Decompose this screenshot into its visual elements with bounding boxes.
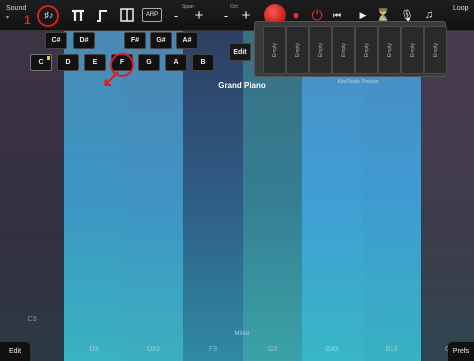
arrow-annotation-icon (104, 71, 119, 86)
oct-label: Oct (230, 4, 238, 10)
oct-minus-button[interactable]: - (222, 6, 230, 24)
key-b[interactable]: B (192, 54, 214, 71)
effect-slot[interactable]: Empty (401, 26, 424, 74)
key-c[interactable]: C (30, 54, 52, 71)
note-label: B♭3 (385, 346, 398, 353)
slot-label: Empty (271, 42, 278, 58)
key-g[interactable]: G (138, 54, 160, 71)
key-c-sharp[interactable]: C# (45, 32, 67, 49)
effect-slot[interactable]: Empty (424, 26, 447, 74)
chord-icon[interactable] (70, 6, 86, 24)
effect-slot[interactable]: Empty (355, 26, 378, 74)
split-view-icon[interactable] (118, 6, 136, 24)
note-label: D#3 (147, 346, 160, 353)
edit-effects-button[interactable]: Edit (229, 43, 251, 61)
span-minus-button[interactable]: - (172, 6, 180, 24)
note-label: C3 (27, 316, 37, 323)
key-d[interactable]: D (57, 54, 79, 71)
slot-label: Empty (363, 42, 370, 58)
glide-icon[interactable] (94, 6, 110, 24)
key-label: C (38, 59, 44, 66)
slot-label: Empty (386, 42, 393, 58)
note-label: D3 (89, 346, 99, 353)
slot-label: Empty (317, 42, 324, 58)
slot-label: Empty (409, 42, 416, 58)
slot-label: Empty (294, 42, 301, 58)
key-g-sharp[interactable]: G# (150, 32, 172, 49)
effects-panel: Empty Empty Empty Empty Empty Empty Empt… (254, 21, 447, 77)
highlight-circle-annotation (37, 5, 59, 27)
key-a[interactable]: A (165, 54, 187, 71)
key-e[interactable]: E (84, 54, 106, 71)
sound-chevron-icon: ▾ (6, 15, 10, 21)
note-label: G3 (267, 346, 278, 353)
key-strip[interactable]: D#3 (124, 31, 183, 361)
effect-slot[interactable]: Empty (378, 26, 401, 74)
instrument-name[interactable]: Grand Piano (196, 81, 288, 90)
oct-plus-button[interactable]: + (240, 6, 252, 24)
scale-info: Key/Scale Presets (337, 79, 379, 85)
slot-label: Empty (432, 42, 439, 58)
key-strip[interactable]: C4 (421, 31, 474, 361)
keyboard-area: C3 D3 D#3 F3 G3 G#3 B♭3 C4 Grand Piano K… (0, 31, 474, 361)
scale-mode-label: Minor (234, 331, 250, 337)
key-a-sharp[interactable]: A# (176, 32, 198, 49)
slot-label: Empty (340, 42, 347, 58)
key-strip[interactable]: C3 (0, 31, 64, 361)
prefs-button[interactable]: Prefs (448, 342, 474, 361)
sound-button[interactable]: Sound (6, 5, 26, 12)
key-f-sharp[interactable]: F# (124, 32, 146, 49)
effect-slot[interactable]: Empty (309, 26, 332, 74)
loop-button[interactable]: Loop (453, 5, 469, 12)
key-d-sharp[interactable]: D# (73, 32, 95, 49)
effect-slot[interactable]: Empty (332, 26, 355, 74)
effect-slot[interactable]: Empty (263, 26, 286, 74)
effect-slot[interactable]: Empty (286, 26, 309, 74)
note-label: F3 (208, 346, 218, 353)
span-label: Span (182, 4, 194, 10)
span-plus-button[interactable]: + (193, 6, 205, 24)
selected-indicator (47, 56, 50, 60)
step-number-annotation: 1 (24, 13, 31, 27)
bottom-edit-button[interactable]: Edit (0, 342, 30, 361)
note-label: G#3 (325, 346, 339, 353)
arp-button[interactable]: ARP (142, 8, 162, 22)
